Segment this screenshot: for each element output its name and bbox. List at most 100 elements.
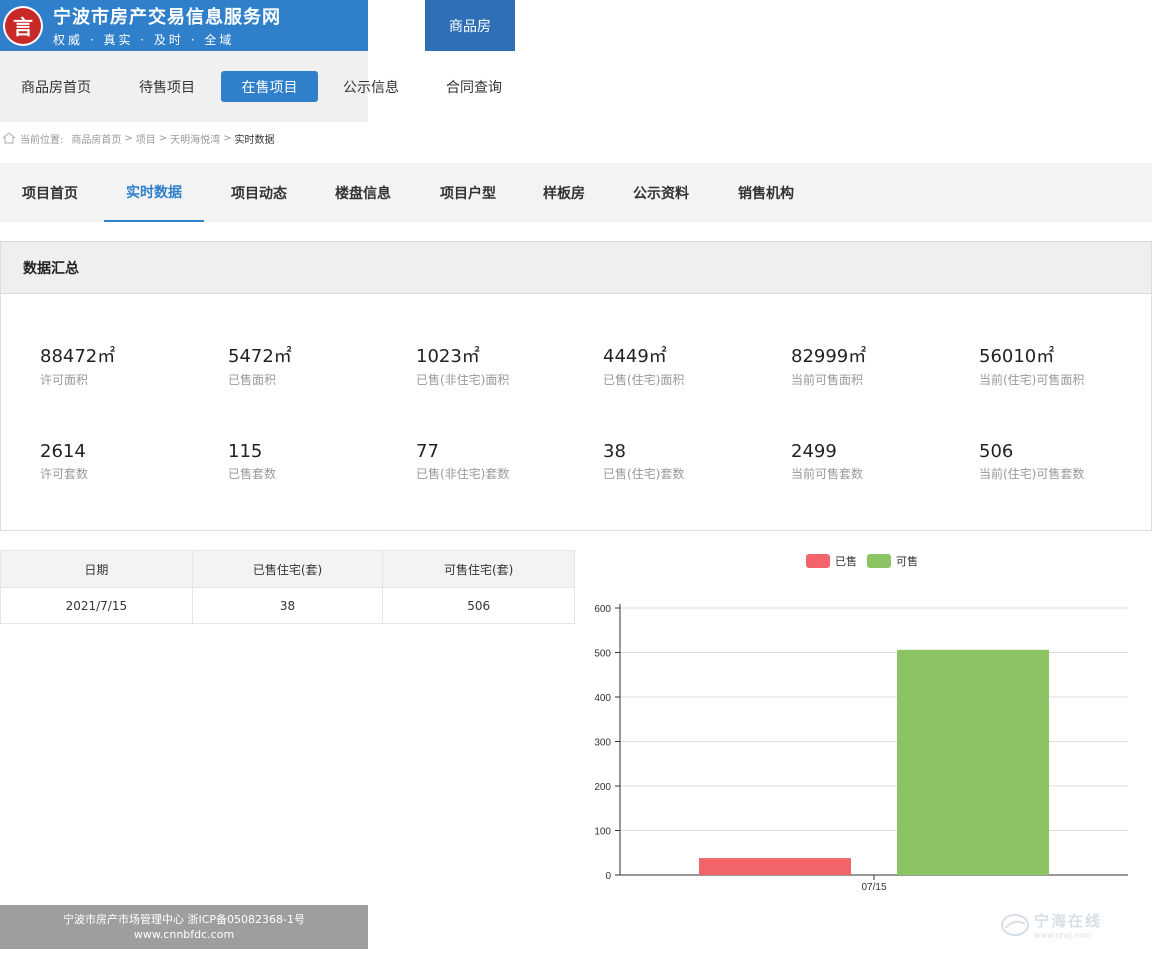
site-title: 宁波市房产交易信息服务网 [53,7,281,28]
table-row: 2021/7/15 38 506 [0,587,575,624]
column-header-sold: 已售住宅(套) [191,550,384,588]
tab-public-docs[interactable]: 公示资料 [621,163,701,222]
stat-available-residential-area: 56010㎡ 当前(住宅)可售面积 [979,342,1152,388]
y-tick-label: 300 [594,738,611,749]
stat-label: 已售(非住宅)面积 [416,373,510,387]
project-tabs: 项目首页 实时数据 项目动态 楼盘信息 项目户型 样板房 公示资料 销售机构 [0,163,1152,222]
top-nav-item-label: 合同查询 [446,79,502,96]
top-nav-item-contract-query[interactable]: 合同查询 [432,71,516,102]
stat-value: 5472㎡ [228,346,292,367]
stat-label: 已售套数 [228,467,277,481]
y-tick-label: 200 [594,782,611,793]
x-tick-label: 07/15 [861,882,886,893]
column-header-date: 日期 [0,550,193,588]
site-titles: 宁波市房产交易信息服务网 权威 · 真实 · 及时 · 全域 [53,3,281,48]
column-header-available: 可售住宅(套) [382,550,575,588]
legend-swatch [806,554,830,568]
stat-sold-residential-units: 38 已售(住宅)套数 [603,441,783,482]
stat-value: 4449㎡ [603,346,667,367]
stat-value: 506 [979,441,1014,462]
summary-title: 数据汇总 [1,242,1151,294]
footer-url[interactable]: www.cnnbfdc.com [0,927,368,942]
stat-label: 已售面积 [228,373,277,387]
watermark: 宁海在线 www.nhzj.com [1000,910,1102,940]
breadcrumb-item-project[interactable]: 项目 [136,131,156,146]
top-nav-item-label: 待售项目 [139,79,195,96]
stat-label: 已售(非住宅)套数 [416,467,510,481]
stat-sold-area: 5472㎡ 已售面积 [228,342,408,388]
channel-tab-commercial-housing[interactable]: 商品房 [425,0,515,51]
stat-value: 2614 [40,441,86,462]
logo-glyph: 言 [5,7,41,44]
stat-permitted-units: 2614 许可套数 [40,441,220,482]
stat-label: 许可面积 [40,373,89,387]
table-header-row: 日期 已售住宅(套) 可售住宅(套) [0,550,575,588]
stat-value: 77 [416,441,439,462]
stat-value: 56010㎡ [979,346,1055,367]
stat-label: 已售(住宅)套数 [603,467,685,481]
breadcrumb-prefix: 当前位置: [20,134,64,146]
tab-project-home[interactable]: 项目首页 [10,163,90,222]
stat-label: 当前(住宅)可售面积 [979,373,1085,387]
stat-available-residential-units: 506 当前(住宅)可售套数 [979,441,1152,482]
legend-swatch [867,554,891,568]
table-cell-available: 506 [382,587,575,624]
tab-sales-agency[interactable]: 销售机构 [726,163,806,222]
stat-label: 许可套数 [40,467,89,481]
watermark-logo-icon [1001,914,1029,936]
top-nav-item-pending[interactable]: 待售项目 [124,71,210,102]
stat-value: 38 [603,441,626,462]
stat-value: 2499 [791,441,837,462]
stat-permitted-area: 88472㎡ 许可面积 [40,342,220,388]
tab-building-info[interactable]: 楼盘信息 [323,163,403,222]
top-nav-item-home[interactable]: 商品房首页 [8,71,104,102]
y-tick-label: 100 [594,827,611,838]
top-nav-item-on-sale[interactable]: 在售项目 [221,71,318,102]
top-nav-item-public-info[interactable]: 公示信息 [330,71,412,102]
footer-copyright: 宁波市房产市场管理中心 浙ICP备05082368-1号 [62,913,305,926]
home-icon [2,132,16,144]
stat-available-area: 82999㎡ 当前可售面积 [791,342,971,388]
breadcrumb-item-home[interactable]: 商品房首页 [71,131,121,146]
stat-sold-residential-area: 4449㎡ 已售(住宅)面积 [603,342,783,388]
footer: 宁波市房产市场管理中心 浙ICP备05082368-1号 www.cnnbfdc… [0,905,368,949]
y-tick-label: 600 [594,604,611,615]
legend-label: 已售 [835,554,857,568]
bar-sold [699,858,851,875]
stat-value: 82999㎡ [791,346,867,367]
stat-value: 88472㎡ [40,346,116,367]
stat-label: 当前可售套数 [791,467,864,481]
stat-label: 已售(住宅)面积 [603,373,685,387]
breadcrumb-separator: > [223,132,232,144]
breadcrumb-separator: > [124,132,133,144]
stat-available-units: 2499 当前可售套数 [791,441,971,482]
breadcrumb-item-estate[interactable]: 天明海悦湾 [170,131,220,146]
data-summary-panel: 数据汇总 88472㎡ 许可面积 5472㎡ 已售面积 1023㎡ 已售(非住宅… [0,241,1152,531]
site-slogan: 权威 · 真实 · 及时 · 全域 [53,33,235,47]
stat-value: 1023㎡ [416,346,480,367]
table-cell-sold: 38 [191,587,384,624]
site-logo[interactable]: 言 [3,5,43,46]
tab-project-news[interactable]: 项目动态 [219,163,299,222]
tab-floor-plans[interactable]: 项目户型 [428,163,508,222]
legend-label: 可售 [896,554,918,568]
tab-model-room[interactable]: 样板房 [530,163,598,222]
stat-sold-nonresidential-area: 1023㎡ 已售(非住宅)面积 [416,342,596,388]
tab-realtime-data[interactable]: 实时数据 [104,163,204,222]
stat-label: 当前可售面积 [791,373,864,387]
bar-available [897,649,1049,875]
breadcrumb: 当前位置: 商品房首页 > 项目 > 天明海悦湾 > 实时数据 [2,129,275,147]
y-tick-label: 500 [594,649,611,660]
breadcrumb-separator: > [158,132,168,144]
breadcrumb-item-current: 实时数据 [234,134,275,146]
top-nav-item-label: 在售项目 [241,79,298,96]
top-nav-item-label: 公示信息 [343,79,399,96]
top-nav-item-label: 商品房首页 [21,79,91,96]
sales-bar-chart: 0 100 200 300 400 500 600 07/15 已售 可售 [594,554,1128,893]
stat-sold-nonresidential-units: 77 已售(非住宅)套数 [416,441,596,482]
y-tick-label: 0 [605,871,611,882]
stat-value: 115 [228,441,263,462]
table-cell-date: 2021/7/15 [0,587,193,624]
stat-sold-units: 115 已售套数 [228,441,408,482]
top-nav: 商品房首页 待售项目 在售项目 公示信息 合同查询 [0,51,502,122]
